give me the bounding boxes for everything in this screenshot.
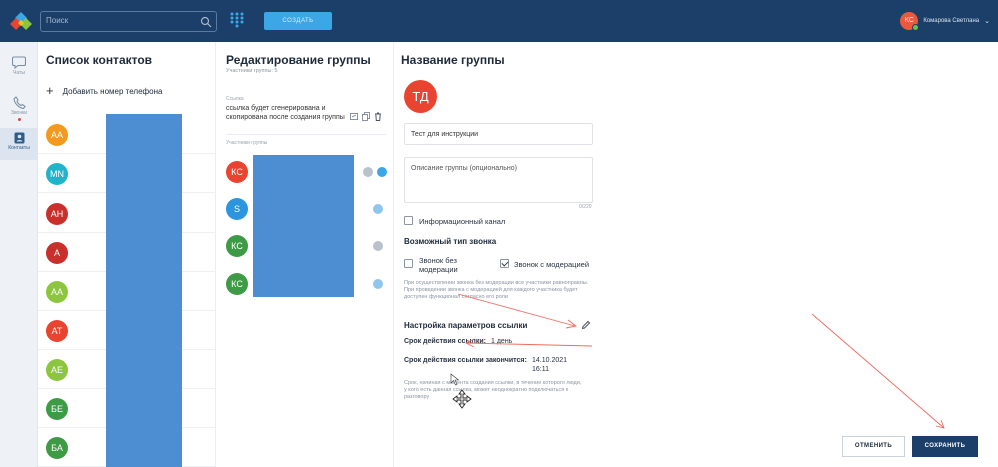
group-description-placeholder: Описание группы (опционально)	[411, 165, 517, 172]
description-counter: 0/220	[579, 204, 592, 210]
annotation-arrowhead	[935, 419, 945, 429]
missed-call-indicator	[17, 118, 21, 121]
plus-icon: +	[46, 83, 54, 98]
no-moderation-checkbox[interactable]	[404, 259, 413, 268]
link-end-time: 16:11	[532, 366, 549, 373]
link-label: Ссылка	[226, 96, 244, 102]
link-duration-value[interactable]: 1 день	[491, 338, 512, 345]
contacts-title: Список контактов	[46, 53, 153, 67]
rail-item-chats[interactable]: Чаты	[0, 54, 38, 90]
member-avatar: КС	[226, 273, 248, 295]
search-icon[interactable]	[200, 16, 212, 28]
member-avatar: КС	[226, 161, 248, 183]
member-role-icon[interactable]	[373, 279, 383, 289]
member-avatar: КС	[226, 235, 248, 257]
info-channel-label: Информационный канал	[419, 217, 506, 226]
contact-avatar: БЕ	[46, 398, 68, 420]
contacts-panel: Список контактов + Добавить номер телефо…	[38, 42, 216, 467]
group-name-field[interactable]: Тест для инструкции	[404, 123, 593, 145]
contact-avatar: A	[46, 242, 68, 264]
add-phone-label: Добавить номер телефона	[62, 86, 163, 96]
link-duration-label: Срок действия ссылки:	[404, 338, 487, 345]
share-icon[interactable]	[350, 112, 358, 121]
link-end-label: Срок действия ссылки закончится:	[404, 357, 527, 364]
info-channel-checkbox[interactable]	[404, 216, 413, 225]
chat-icon	[12, 56, 26, 69]
cancel-button[interactable]: ОТМЕНИТЬ	[842, 436, 905, 457]
group-settings-panel: Название группы ТД Тест для инструкции О…	[395, 42, 600, 467]
chevron-down-icon[interactable]: ⌄	[984, 17, 990, 25]
contact-avatar: AH	[46, 203, 68, 225]
top-bar: Поиск СОЗДАТЬ КС Комарова Светлана ⌄	[0, 0, 998, 42]
member-role-icon[interactable]	[373, 241, 383, 251]
save-button[interactable]: СОХРАНИТЬ	[912, 436, 978, 457]
group-avatar[interactable]: ТД	[404, 80, 437, 113]
left-rail: Чаты Звонки Контакты	[0, 42, 38, 467]
contact-avatar: БА	[46, 437, 68, 459]
user-avatar[interactable]: КС	[900, 12, 920, 31]
group-members-count: Участники группы: 5	[226, 68, 278, 74]
link-actions	[350, 112, 382, 121]
with-moderation-checkbox[interactable]	[500, 259, 509, 268]
user-name[interactable]: Комарова Светлана	[923, 18, 979, 24]
annotation-arrow-to-save	[811, 313, 945, 429]
members-label: Участники группы	[226, 140, 268, 146]
member-avatar: S	[226, 198, 248, 220]
contacts-book-icon	[14, 132, 24, 144]
rail-label-chats: Чаты	[13, 70, 25, 76]
with-moderation-label: Звонок с модерацией	[514, 260, 590, 269]
rail-item-contacts[interactable]: Контакты	[0, 128, 38, 160]
create-button[interactable]: СОЗДАТЬ	[264, 12, 332, 30]
rail-label-calls: Звонки	[10, 110, 28, 116]
member-role-icon[interactable]	[363, 167, 373, 177]
call-type-title: Возможный тип звонка	[404, 237, 497, 246]
link-settings-title: Настройка параметров ссылки	[404, 321, 528, 330]
user-menu[interactable]: КС Комарова Светлана ⌄	[900, 12, 990, 31]
contact-avatar: MN	[46, 163, 68, 185]
add-phone-button[interactable]: + Добавить номер телефона	[46, 83, 163, 98]
redacted-member-names	[253, 155, 354, 297]
dialpad-icon[interactable]	[230, 12, 244, 28]
moderation-hint: При осуществлении звонка без модерации в…	[404, 280, 589, 300]
edit-pencil-icon[interactable]	[581, 320, 591, 330]
contact-avatar: AA	[46, 281, 68, 303]
link-text: ссылка будет сгенерирована и скопирована…	[226, 105, 345, 121]
contact-avatar: AA	[46, 124, 68, 146]
contact-avatar: AE	[46, 359, 68, 381]
link-hint: Срок, начиная с момента создания ссылки,…	[404, 380, 582, 400]
trash-icon[interactable]	[374, 112, 382, 121]
redacted-contact-names	[106, 114, 182, 467]
app-logo-icon[interactable]	[10, 11, 32, 31]
member-role-icon[interactable]	[373, 204, 383, 214]
contact-avatar: AT	[46, 320, 68, 342]
no-moderation-label: Звонок без модерации	[419, 256, 458, 274]
group-description-field[interactable]: Описание группы (опционально)	[404, 157, 593, 203]
copy-icon[interactable]	[362, 112, 370, 121]
link-end-date: 14.10.2021	[532, 357, 568, 364]
group-name-value: Тест для инструкции	[411, 131, 479, 138]
crown-icon[interactable]	[377, 167, 387, 177]
group-edit-panel: Редактирование группы Участники группы: …	[217, 42, 394, 467]
search-placeholder: Поиск	[46, 16, 69, 25]
group-name-title: Название группы	[401, 53, 505, 67]
rail-label-contacts: Контакты	[8, 145, 30, 151]
search-input[interactable]: Поиск	[40, 11, 217, 32]
group-edit-title: Редактирование группы	[226, 53, 371, 67]
phone-icon	[12, 96, 26, 109]
divider	[226, 134, 386, 135]
